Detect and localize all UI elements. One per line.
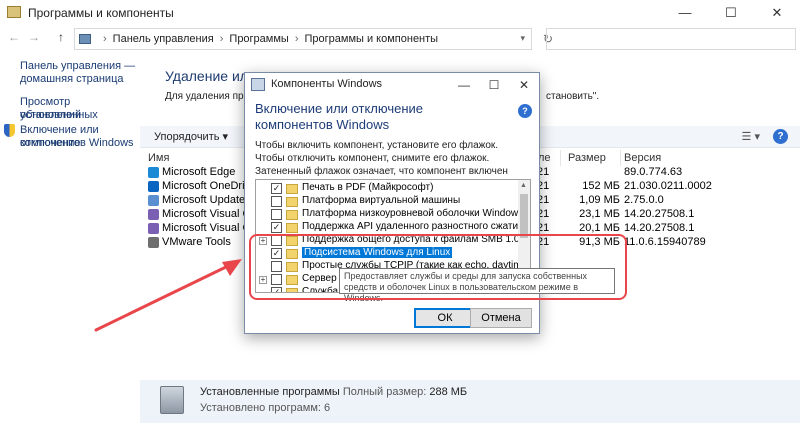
scroll-up-icon[interactable]: ▲ [520, 182, 527, 189]
feature-checkbox[interactable] [271, 196, 282, 207]
close-button[interactable]: ✕ [754, 0, 800, 26]
program-version: 21.030.0211.0002 [624, 180, 712, 192]
program-version: 14.20.27508.1 [624, 222, 695, 234]
program-icon [148, 237, 159, 248]
chevron-down-icon[interactable]: ▾ [520, 33, 525, 44]
page-subtitle: Для удаления программы выберите её в спи… [165, 91, 245, 102]
dialog-close-button[interactable]: ✕ [509, 74, 539, 96]
feature-checkbox[interactable]: ✓ [271, 222, 282, 233]
control-panel-crumb-icon [79, 34, 91, 44]
feature-item[interactable]: ✓ Поддержка API удаленного разностного сж… [256, 221, 524, 235]
program-icon [148, 223, 159, 234]
window-titlebar: Программы и компоненты — ☐ ✕ [0, 0, 800, 26]
dialog-title: Компоненты Windows [271, 78, 383, 90]
shield-icon [4, 124, 15, 137]
sidebar: Панель управления — домашняя страница Пр… [0, 52, 140, 382]
sidebar-item-home-line2[interactable]: домашняя страница [20, 73, 124, 86]
total-size-value: 288 МБ [429, 386, 468, 398]
organize-button[interactable]: Упорядочить ▾ [154, 130, 228, 143]
breadcrumb[interactable]: › Панель управления › Программы › Программы и… [74, 28, 532, 50]
installed-label: Установленные программы [200, 386, 340, 398]
maximize-button[interactable]: ☐ [708, 0, 754, 26]
breadcrumb-separator: › [103, 33, 107, 45]
feature-item[interactable]: ✓ Печать в PDF (Майкрософт) [256, 182, 518, 196]
view-options-icon[interactable]: ☰ ▾ [742, 130, 760, 143]
column-divider [560, 150, 561, 166]
breadcrumb-control-panel[interactable]: Панель управления [113, 33, 214, 45]
column-size[interactable]: Размер [568, 152, 606, 164]
program-size: 152 МБ [582, 180, 620, 192]
feature-checkbox[interactable]: ✓ [271, 183, 282, 194]
total-size-label: Полный размер: [342, 386, 427, 398]
sidebar-item-home[interactable]: Панель управления — [20, 60, 135, 73]
program-size: 20,1 МБ [579, 222, 620, 234]
back-arrow-icon[interactable]: ← [8, 30, 20, 44]
highlight-box [249, 234, 627, 300]
dialog-help-icon[interactable]: ? [518, 104, 532, 118]
feature-label: Печать в PDF (Майкрософт) [302, 182, 434, 193]
program-icon [148, 195, 159, 206]
feature-item[interactable]: Платформа низкоуровневой оболочки Window… [256, 208, 523, 222]
installed-count: Установлено программ: 6 [200, 402, 331, 414]
feature-checkbox[interactable] [271, 209, 282, 220]
program-icon [148, 209, 159, 220]
page-subtitle-tail: становить". [546, 91, 600, 102]
address-bar: ← → ↑ › Панель управления › Программы › Прогр… [0, 26, 800, 52]
forward-arrow-icon[interactable]: → [28, 30, 40, 44]
program-name: VMware Tools [162, 236, 231, 248]
sidebar-item-updates-line2[interactable]: обновлений [20, 109, 81, 122]
windows-features-icon [251, 78, 265, 91]
program-size: 1,09 МБ [579, 194, 620, 206]
column-version[interactable]: Версия [624, 152, 661, 164]
breadcrumb-programs[interactable]: Программы [229, 33, 288, 45]
dialog-minimize-button[interactable]: — [449, 74, 479, 96]
program-name: Microsoft OneDrive [162, 180, 257, 192]
breadcrumb-programs-features[interactable]: Программы и компоненты [305, 33, 439, 45]
folder-icon [286, 184, 298, 194]
program-size: 23,1 МБ [579, 208, 620, 220]
folder-icon [286, 210, 298, 220]
dialog-maximize-button[interactable]: ☐ [479, 74, 509, 96]
installed-programs-icon [160, 386, 184, 414]
window-title: Программы и компоненты [28, 6, 174, 20]
breadcrumb-separator: › [294, 33, 299, 45]
sidebar-item-windows-features-line2[interactable]: компонентов Windows [20, 137, 134, 150]
program-version: 89.0.774.63 [624, 166, 683, 178]
program-version: 14.20.27508.1 [624, 208, 695, 220]
feature-item[interactable]: Платформа виртуальной машины [256, 195, 518, 209]
cancel-button[interactable]: Отмена [470, 308, 532, 328]
dialog-heading: Включение или отключение компонентов Win… [255, 101, 424, 132]
ok-button[interactable]: ОК [414, 308, 476, 328]
control-panel-icon [7, 6, 21, 18]
program-version: 2.75.0.0 [624, 194, 664, 206]
search-input[interactable] [546, 28, 796, 50]
program-icon [148, 167, 159, 178]
scrollbar-thumb[interactable] [520, 194, 528, 238]
breadcrumb-separator: › [219, 33, 224, 45]
feature-label: Платформа виртуальной машины [302, 195, 461, 206]
folder-icon [286, 223, 298, 233]
minimize-button[interactable]: — [662, 0, 708, 26]
program-name: Microsoft Edge [162, 166, 236, 178]
dialog-titlebar: Компоненты Windows — ☐ ✕ [245, 73, 539, 97]
feature-label: Платформа низкоуровневой оболочки Window… [302, 208, 524, 219]
program-icon [148, 181, 159, 192]
help-icon[interactable]: ? [773, 129, 788, 144]
program-version: 11.0.6.15940789 [624, 236, 706, 248]
column-name[interactable]: Имя [148, 152, 169, 164]
column-divider [620, 150, 621, 166]
feature-label: Поддержка API удаленного разностного сжа… [302, 221, 524, 232]
status-bar: Установленные программы Полный размер: 2… [140, 380, 800, 423]
folder-icon [286, 197, 298, 207]
up-arrow-icon[interactable]: ↑ [58, 30, 64, 44]
